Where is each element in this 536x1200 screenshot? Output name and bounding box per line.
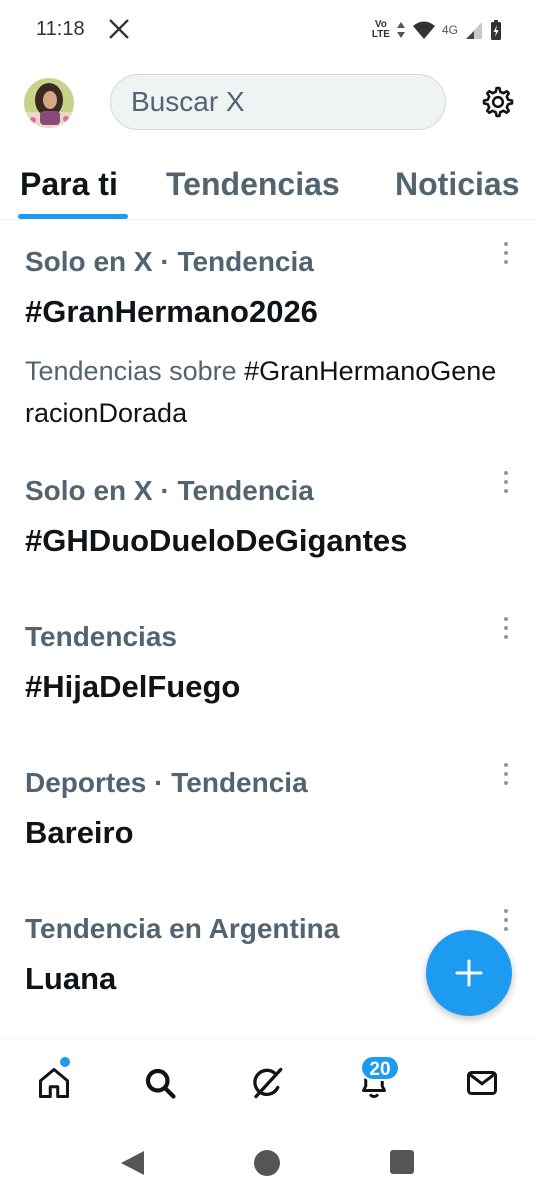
- nav-home[interactable]: [34, 1063, 74, 1103]
- settings-button[interactable]: [478, 82, 518, 122]
- search-placeholder: Buscar X: [131, 86, 245, 117]
- trend-context: Deportes · Tendencia: [25, 767, 308, 798]
- home-unread-dot: [60, 1057, 70, 1067]
- volte-indicator: Vo LTE: [371, 19, 390, 40]
- bottom-nav: 20: [0, 1038, 536, 1126]
- trend-title: #GHDuoDueloDeGigantes: [25, 523, 408, 558]
- more-options-icon[interactable]: [502, 909, 510, 931]
- system-nav-bar: [0, 1126, 536, 1200]
- signal-icon: [466, 22, 482, 39]
- network-type: 4G: [441, 23, 458, 37]
- home-circle-icon[interactable]: [254, 1150, 280, 1176]
- trend-context: Tendencias: [25, 621, 177, 652]
- trend-description-prefix: Tendencias sobre: [25, 356, 245, 386]
- trend-title: #GranHermano2026: [25, 294, 318, 329]
- trend-context: Tendencia en Argentina: [25, 913, 340, 944]
- nav-messages[interactable]: [462, 1063, 502, 1103]
- trend-title: Luana: [25, 961, 117, 996]
- tab-tendencias[interactable]: Tendencias: [166, 166, 340, 203]
- trend-item[interactable]: Solo en X · Tendencia #GranHermano2026 T…: [0, 242, 536, 446]
- search-icon: [145, 1068, 176, 1099]
- mail-icon: [467, 1071, 497, 1095]
- trend-title: #HijaDelFuego: [25, 669, 241, 704]
- explore-tabs: Para ti Tendencias Noticias: [0, 150, 536, 220]
- more-options-icon[interactable]: [502, 763, 510, 785]
- trend-context: Solo en X · Tendencia: [25, 246, 314, 277]
- status-time: 11:18: [36, 18, 85, 40]
- more-options-icon[interactable]: [502, 471, 510, 493]
- wifi-icon: [412, 21, 435, 39]
- top-header: Buscar X: [0, 60, 536, 148]
- nav-explore[interactable]: [140, 1063, 180, 1103]
- gear-icon: [482, 86, 514, 118]
- back-icon[interactable]: [118, 1148, 146, 1178]
- notifications-badge: 20: [360, 1055, 400, 1081]
- tab-para-ti[interactable]: Para ti: [20, 166, 118, 203]
- grok-icon: [253, 1067, 283, 1099]
- profile-photo: [24, 78, 74, 128]
- trend-item[interactable]: Solo en X · Tendencia #GHDuoDueloDeGigan…: [0, 471, 536, 595]
- more-options-icon[interactable]: [502, 242, 510, 264]
- nav-grok[interactable]: [248, 1063, 288, 1103]
- home-icon: [39, 1068, 69, 1098]
- data-arrows-icon: [396, 22, 405, 38]
- compose-button[interactable]: [426, 930, 512, 1016]
- trend-description: Tendencias sobre #GranHermanoGeneracionD…: [25, 350, 505, 434]
- trend-item[interactable]: Tendencias #HijaDelFuego: [0, 617, 536, 741]
- more-options-icon[interactable]: [502, 617, 510, 639]
- x-logo-icon: [109, 19, 129, 39]
- trend-title: Bareiro: [25, 815, 134, 850]
- avatar[interactable]: [24, 78, 74, 128]
- tab-noticias[interactable]: Noticias: [395, 166, 519, 203]
- battery-icon: [491, 20, 501, 40]
- trend-context: Solo en X · Tendencia: [25, 475, 314, 506]
- recents-square-icon[interactable]: [390, 1150, 414, 1174]
- search-input[interactable]: Buscar X: [110, 74, 446, 130]
- active-tab-indicator: [18, 214, 128, 219]
- status-icons: Vo LTE 4G: [372, 16, 502, 44]
- trend-item[interactable]: Deportes · Tendencia Bareiro: [0, 763, 536, 887]
- plus-icon: [455, 959, 483, 987]
- status-bar: 11:18 Vo LTE 4G: [0, 0, 536, 60]
